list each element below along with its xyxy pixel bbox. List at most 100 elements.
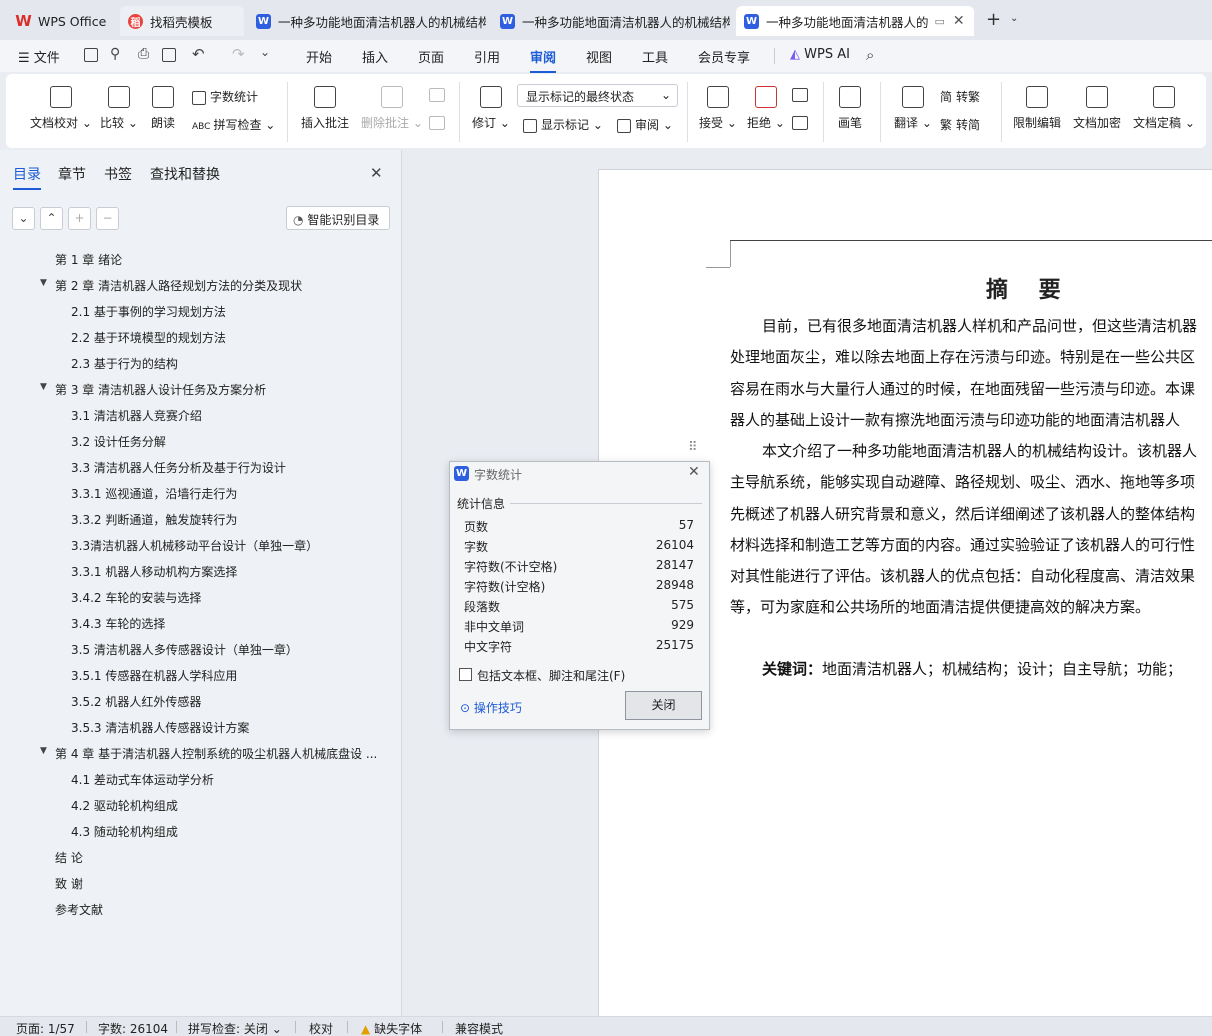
toc-item[interactable]: 2.1 基于事例的学习规划方法 — [71, 303, 226, 320]
toc-item[interactable]: ▼ 第 3 章 清洁机器人设计任务及方案分析 — [40, 381, 266, 398]
restrict-edit-button[interactable]: 限制编辑 — [1013, 86, 1061, 131]
redo-icon[interactable]: ↷ — [232, 45, 245, 63]
toc-item[interactable]: 4.1 差动式车体运动学分析 — [71, 771, 214, 788]
toc-item[interactable]: 3.4.2 车轮的安装与选择 — [71, 589, 201, 606]
word-count-button[interactable]: 字数统计 — [192, 88, 258, 105]
proof-status[interactable]: 校对 — [309, 1020, 333, 1036]
toc-item[interactable]: 2.2 基于环境模型的规划方法 — [71, 329, 226, 346]
toc-item[interactable]: ▼ 第 4 章 基于清洁机器人控制系统的吸尘机器人机械底盘设 ... — [40, 745, 377, 762]
tips-link[interactable]: ⊙ 操作技巧 — [460, 699, 522, 716]
smart-toc-button[interactable]: ◔ 智能识别目录 — [286, 206, 390, 230]
close-button[interactable]: 关闭 — [625, 691, 702, 720]
review-pane-button[interactable]: 审阅 ⌄ — [617, 116, 673, 133]
toc-item[interactable]: 4.3 随动轮机构组成 — [71, 823, 178, 840]
new-tab-icon[interactable]: + — [986, 9, 1001, 30]
word-count-status[interactable]: 字数: 26104 — [98, 1020, 168, 1036]
toc-item[interactable]: 3.3.2 判断通道，触发旋转行为 — [71, 511, 237, 528]
wps-ai-button[interactable]: ◭ WPS AI — [790, 47, 850, 62]
page-indicator[interactable]: 页面: 1/57 — [16, 1020, 75, 1036]
toc-item[interactable]: 3.5 清洁机器人多传感器设计（单独一章） — [71, 641, 298, 658]
print-icon[interactable]: ⎙ — [138, 46, 149, 62]
insert-comment-button[interactable]: 插入批注 — [301, 86, 349, 131]
toc-item[interactable]: 3.5.3 清洁机器人传感器设计方案 — [71, 719, 249, 736]
tab-wps-office[interactable]: W WPS Office — [8, 6, 114, 36]
menu-review[interactable]: 审阅 — [530, 47, 557, 73]
to-traditional-button[interactable]: 简转繁 — [940, 88, 980, 105]
close-panel-icon[interactable]: ✕ — [370, 164, 383, 182]
toc-item[interactable]: 参考文献 — [55, 901, 103, 918]
spell-check-button[interactable]: ABC 拼写检查 ⌄ — [192, 116, 275, 133]
toc-item[interactable]: 3.2 设计任务分解 — [71, 433, 166, 450]
menu-view[interactable]: 视图 — [586, 47, 612, 66]
nav-tab-find-replace[interactable]: 查找和替换 — [150, 164, 220, 184]
save-icon[interactable] — [84, 48, 98, 62]
toc-item[interactable]: 3.3.1 机器人移动机构方案选择 — [71, 563, 237, 580]
nav-tab-sections[interactable]: 章节 — [58, 164, 86, 184]
compare-button[interactable]: 比较 ⌄ — [100, 86, 138, 131]
toc-item[interactable]: ▼ 第 2 章 清洁机器人路径规划方法的分类及现状 — [40, 277, 302, 294]
show-markup-button[interactable]: 显示标记 ⌄ — [523, 116, 603, 133]
expand-triangle-icon[interactable]: ▼ — [40, 382, 47, 392]
prev-change-icon[interactable] — [792, 88, 808, 102]
toc-item[interactable]: 2.3 基于行为的结构 — [71, 355, 178, 372]
menu-reference[interactable]: 引用 — [474, 47, 500, 66]
add-heading-button[interactable]: + — [68, 207, 91, 230]
tab-document-1[interactable]: W 一种多功能地面清洁机器人的机械结构 — [248, 6, 486, 36]
tab-docer-templates[interactable]: 稻 找稻壳模板 — [120, 6, 244, 36]
collapse-all-button[interactable]: ⌄ — [12, 207, 35, 230]
translate-button[interactable]: 翻译 ⌄ — [894, 86, 932, 131]
remove-heading-button[interactable]: − — [96, 207, 119, 230]
toc-item[interactable]: 3.3 清洁机器人任务分析及基于行为设计 — [71, 459, 286, 476]
next-change-icon[interactable] — [792, 116, 808, 130]
window-icon[interactable]: ▭ — [935, 15, 945, 28]
missing-font-status[interactable]: ▲ 缺失字体 — [361, 1020, 422, 1036]
toc-item[interactable]: 4.2 驱动轮机构组成 — [71, 797, 178, 814]
read-aloud-button[interactable]: 朗读 — [151, 86, 175, 131]
nav-tab-toc[interactable]: 目录 — [13, 164, 41, 190]
expand-triangle-icon[interactable]: ▼ — [40, 278, 47, 288]
toc-item[interactable]: 3.4.3 车轮的选择 — [71, 615, 165, 632]
markup-state-select[interactable]: 显示标记的最终状态 ⌄ — [517, 84, 678, 107]
toc-item[interactable]: 致 谢 — [55, 875, 83, 892]
undo-icon[interactable]: ↶ — [192, 45, 205, 63]
nav-tab-bookmarks[interactable]: 书签 — [104, 164, 132, 184]
toc-item[interactable]: 3.3清洁机器人机械移动平台设计（单独一章） — [71, 537, 318, 554]
menu-insert[interactable]: 插入 — [362, 47, 388, 66]
tab-document-2[interactable]: W 一种多功能地面清洁机器人的机械结构 — [492, 6, 730, 36]
delete-comment-button[interactable]: 删除批注 ⌄ — [361, 86, 423, 131]
pen-button[interactable]: 画笔 — [838, 86, 862, 131]
finalize-button[interactable]: 文档定稿 ⌄ — [1133, 86, 1195, 131]
prev-comment-icon[interactable] — [429, 88, 445, 102]
expand-triangle-icon[interactable]: ▼ — [40, 746, 47, 756]
accept-button[interactable]: 接受 ⌄ — [699, 86, 737, 131]
menu-start[interactable]: 开始 — [306, 47, 332, 66]
close-tab-icon[interactable]: ✕ — [953, 13, 965, 29]
tab-document-3-active[interactable]: W 一种多功能地面清洁机器人的 ▭ ✕ — [736, 6, 974, 36]
encrypt-button[interactable]: 文档加密 — [1073, 86, 1121, 131]
quick-access-more-icon[interactable]: ⌄ — [260, 45, 270, 59]
search-icon[interactable]: ⌕ — [866, 46, 874, 64]
to-simplified-button[interactable]: 繁转简 — [940, 116, 980, 133]
toc-item[interactable]: 第 1 章 绪论 — [55, 251, 122, 268]
toc-item[interactable]: 3.5.1 传感器在机器人学科应用 — [71, 667, 237, 684]
menu-member[interactable]: 会员专享 — [698, 47, 750, 66]
menu-page[interactable]: 页面 — [418, 47, 444, 66]
dialog-close-icon[interactable]: ✕ — [688, 464, 700, 480]
chevron-down-icon[interactable]: ⌄ — [1010, 13, 1018, 24]
toc-item[interactable]: 3.3.1 巡视通道，沿墙行走行为 — [71, 485, 237, 502]
next-comment-icon[interactable] — [429, 116, 445, 130]
toc-item[interactable]: 3.5.2 机器人红外传感器 — [71, 693, 201, 710]
file-menu[interactable]: ☰ 文件 — [18, 47, 60, 66]
doc-proof-button[interactable]: 文档校对 ⌄ — [30, 86, 92, 131]
track-changes-button[interactable]: 修订 ⌄ — [472, 86, 510, 131]
include-textbox-checkbox[interactable] — [459, 668, 472, 681]
expand-up-button[interactable]: ⌃ — [40, 207, 63, 230]
drag-handle-icon[interactable]: ⠿ — [688, 440, 698, 455]
reject-button[interactable]: 拒绝 ⌄ — [747, 86, 785, 131]
toc-item[interactable]: 3.1 清洁机器人竞赛介绍 — [71, 407, 202, 424]
menu-tools[interactable]: 工具 — [642, 47, 668, 66]
spell-check-status[interactable]: 拼写检查: 关闭 ⌄ — [188, 1020, 282, 1036]
print-preview-icon[interactable] — [162, 48, 176, 62]
toc-item[interactable]: 结 论 — [55, 849, 83, 866]
link-icon[interactable]: ⚲ — [110, 46, 120, 62]
